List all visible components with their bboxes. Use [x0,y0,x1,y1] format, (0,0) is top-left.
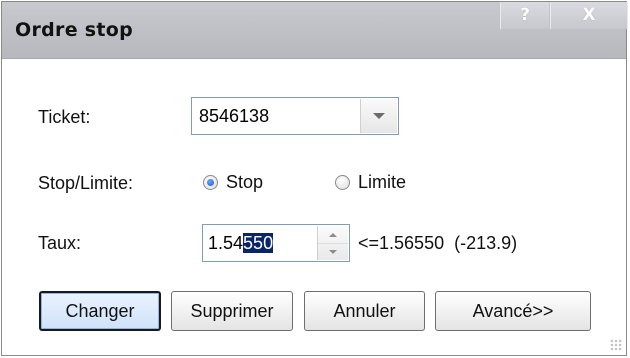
dialog-content: Ticket: 8546138 Stop/Limite: Stop Limite… [2,59,626,355]
radio-stop-label: Stop [226,172,264,192]
annuler-button[interactable]: Annuler [304,291,425,331]
taux-value[interactable]: 1.54550 [208,233,274,254]
stop-order-dialog: Ordre stop ? X Ticket: 8546138 Stop/Limi… [1,1,628,356]
spin-up-button[interactable] [318,226,348,244]
taux-range-info: <=1.56550 (-213.9) [358,233,518,253]
spin-down-button[interactable] [318,243,348,260]
resize-grip-icon[interactable] [610,339,622,351]
arrow-up-icon [329,232,337,237]
ticket-value: 8546138 [199,106,270,126]
taux-label: Taux: [38,233,82,253]
changer-button[interactable]: Changer [39,291,161,331]
taux-spinbox[interactable]: 1.54550 [202,224,350,262]
radio-limite-label: Limite [358,172,407,192]
radio-limite[interactable]: Limite [335,172,406,193]
taux-spin-buttons[interactable] [317,226,348,260]
chevron-down-icon [373,113,385,119]
radio-checked-icon[interactable] [203,175,218,190]
supprimer-button[interactable]: Supprimer [171,291,293,331]
radio-stop[interactable]: Stop [203,172,263,193]
dialog-title: Ordre stop [15,19,134,41]
title-bar[interactable]: Ordre stop ? X [2,2,628,59]
stop-limite-label: Stop/Limite: [38,173,134,193]
taux-value-unselected: 1.54 [208,233,244,253]
close-button[interactable]: X [550,2,628,29]
help-button[interactable]: ? [500,2,549,29]
avance-button[interactable]: Avancé>> [435,291,591,331]
ticket-label: Ticket: [38,107,91,127]
arrow-down-icon [329,249,337,254]
ticket-dropdown-button[interactable] [360,99,397,133]
radio-unchecked-icon[interactable] [335,175,350,190]
taux-value-selection: 550 [243,233,274,253]
ticket-combobox[interactable]: 8546138 [191,97,399,135]
